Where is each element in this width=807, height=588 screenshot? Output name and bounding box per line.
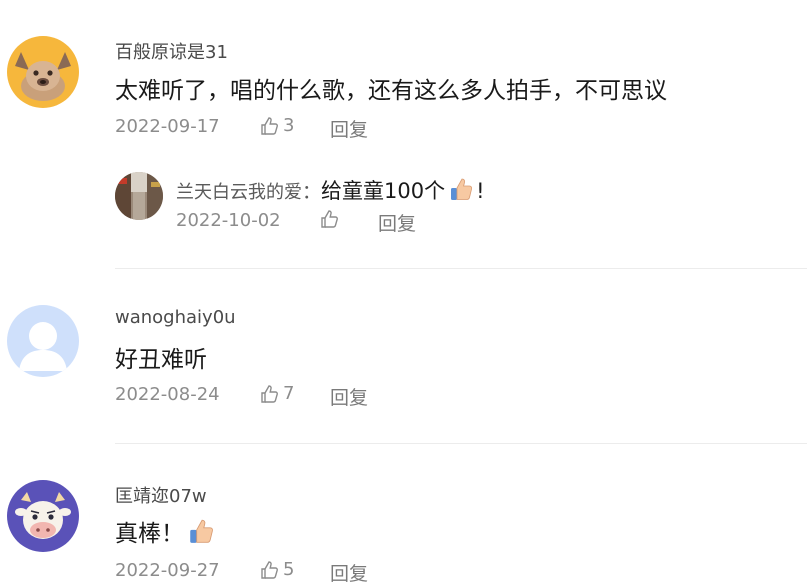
thumbs-up-icon (261, 384, 278, 403)
reply-text: 给童童100个 (321, 179, 446, 203)
reply-date: 2022-10-02 (176, 210, 281, 231)
user-avatar[interactable] (115, 172, 163, 220)
default-user-avatar-icon (7, 305, 79, 377)
like-count: 3 (283, 115, 295, 136)
reply-separator: ： (302, 181, 322, 203)
thumbs-up-emoji-icon (187, 517, 215, 549)
like-button[interactable]: 7 (260, 383, 294, 404)
like-count: 7 (283, 383, 295, 404)
reply-button[interactable]: 回复 (330, 383, 368, 410)
thumbs-up-icon (261, 560, 278, 579)
thumbs-up-icon (321, 210, 338, 228)
comment-text: 真棒！ (115, 521, 184, 547)
like-count: 5 (283, 559, 295, 580)
street-photo-avatar-icon (115, 172, 163, 220)
reply-button[interactable]: 回复 (330, 115, 368, 142)
thumbs-up-icon (261, 116, 278, 135)
divider (115, 268, 807, 269)
reply-text-suffix: ! (476, 179, 485, 203)
like-button[interactable]: 5 (260, 559, 294, 580)
comment-text: 太难听了，唱的什么歌，还有这么多人拍手，不可思议 (115, 78, 667, 104)
comment-date: 2022-08-24 (115, 384, 220, 405)
reply-button[interactable]: 回复 (378, 209, 416, 236)
comment-text: 好丑难听 (115, 347, 207, 373)
username[interactable]: 百般原谅是31 (115, 38, 228, 64)
user-avatar[interactable] (7, 480, 79, 552)
like-button[interactable]: 3 (260, 115, 294, 136)
divider (115, 443, 807, 444)
comment-date: 2022-09-27 (115, 560, 220, 581)
comment-line: 真棒！ (115, 514, 215, 549)
reply-username[interactable]: 兰天白云我的爱 (176, 182, 302, 203)
reply-button[interactable]: 回复 (330, 559, 368, 586)
user-avatar[interactable] (7, 36, 79, 108)
thumbs-up-emoji-icon (448, 176, 474, 206)
like-button[interactable] (320, 209, 343, 229)
dog-avatar-icon (7, 36, 79, 108)
cartoon-cow-avatar-icon (7, 480, 79, 552)
username[interactable]: wanoghaiy0u (115, 307, 236, 328)
comment-date: 2022-09-17 (115, 116, 220, 137)
username[interactable]: 匡靖迩07w (115, 482, 207, 508)
user-avatar[interactable] (7, 305, 79, 377)
reply-line: 兰天白云我的爱：给童童100个 ! (176, 175, 485, 206)
